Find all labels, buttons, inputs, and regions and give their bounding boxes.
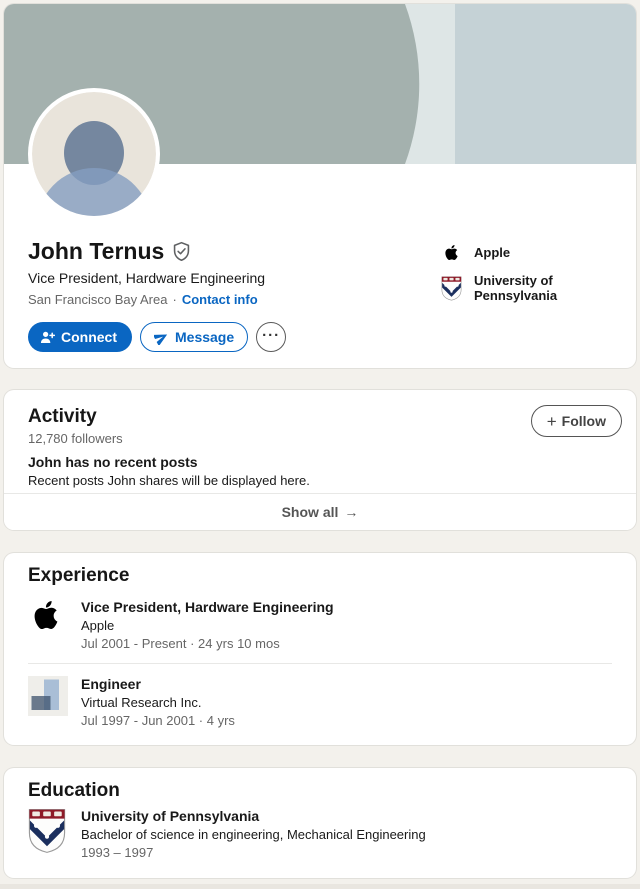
- upenn-logo-icon: [28, 808, 68, 860]
- next-card-edge: [0, 884, 640, 889]
- education-degree: Bachelor of science in engineering, Mech…: [81, 827, 426, 842]
- no-posts-title: John has no recent posts: [28, 454, 612, 470]
- education-school: University of Pennsylvania: [81, 808, 426, 824]
- profile-headline: Vice President, Hardware Engineering: [28, 270, 265, 286]
- education-dates: 1993 – 1997: [81, 845, 426, 860]
- person-add-icon: [40, 330, 55, 345]
- experience-dates: Jul 1997 - Jun 2001 · 4 yrs: [81, 713, 235, 728]
- plus-icon: +: [547, 413, 557, 430]
- profile-name: John Ternus: [28, 238, 164, 265]
- virtual-research-logo-icon: [28, 676, 68, 728]
- send-icon: [154, 330, 169, 345]
- followers-count: 12,780 followers: [28, 431, 612, 446]
- follow-label: Follow: [562, 413, 606, 429]
- apple-logo-icon: [28, 599, 68, 651]
- profile-location: San Francisco Bay Area: [28, 292, 167, 307]
- verified-shield-icon[interactable]: [171, 241, 192, 262]
- ellipsis-icon: ···: [262, 327, 280, 344]
- activity-title: Activity: [28, 406, 612, 428]
- profile-card: John Ternus Vice President, Hardware Eng…: [4, 4, 636, 368]
- connect-button[interactable]: Connect: [28, 322, 132, 352]
- banner-right-panel: [455, 4, 636, 164]
- avatar[interactable]: [28, 88, 160, 220]
- apple-logo-icon: [440, 244, 462, 261]
- experience-title: Experience: [28, 565, 612, 587]
- current-company-label: Apple: [474, 245, 510, 260]
- arrow-right-icon: →: [344, 504, 358, 520]
- default-avatar-icon: [32, 92, 156, 216]
- experience-item[interactable]: Vice President, Hardware Engineering App…: [28, 599, 612, 651]
- experience-item[interactable]: Engineer Virtual Research Inc. Jul 1997 …: [28, 676, 612, 728]
- profile-actions: Connect Message ···: [28, 322, 286, 352]
- connect-label: Connect: [61, 329, 117, 345]
- contact-info-link[interactable]: Contact info: [182, 292, 258, 307]
- education-card: Education University of Pennsylvania Bac…: [4, 768, 636, 878]
- education-org-label: University of Pennsylvania: [474, 273, 636, 303]
- identity-block: John Ternus Vice President, Hardware Eng…: [28, 238, 265, 307]
- item-divider: [28, 663, 612, 664]
- message-button[interactable]: Message: [140, 322, 248, 352]
- follow-button[interactable]: + Follow: [531, 405, 622, 437]
- education-title: Education: [28, 780, 612, 802]
- show-all-label: Show all: [282, 504, 339, 520]
- no-posts-description: Recent posts John shares will be display…: [28, 473, 612, 488]
- education-org-link[interactable]: University of Pennsylvania: [440, 273, 636, 303]
- experience-role: Vice President, Hardware Engineering: [81, 599, 334, 615]
- experience-company: Apple: [81, 618, 334, 633]
- profile-orgs: Apple University of Pennsylvania: [440, 244, 636, 303]
- show-all-button[interactable]: Show all →: [4, 493, 636, 530]
- more-actions-button[interactable]: ···: [256, 322, 286, 352]
- experience-dates: Jul 2001 - Present · 24 yrs 10 mos: [81, 636, 334, 651]
- experience-company: Virtual Research Inc.: [81, 695, 235, 710]
- upenn-logo-icon: [440, 276, 462, 301]
- experience-role: Engineer: [81, 676, 235, 692]
- education-item[interactable]: University of Pennsylvania Bachelor of s…: [28, 808, 612, 860]
- message-label: Message: [175, 329, 234, 345]
- current-company-link[interactable]: Apple: [440, 244, 636, 261]
- activity-card: Activity 12,780 followers John has no re…: [4, 390, 636, 530]
- separator-dot: ·: [172, 292, 176, 307]
- experience-card: Experience Vice President, Hardware Engi…: [4, 553, 636, 745]
